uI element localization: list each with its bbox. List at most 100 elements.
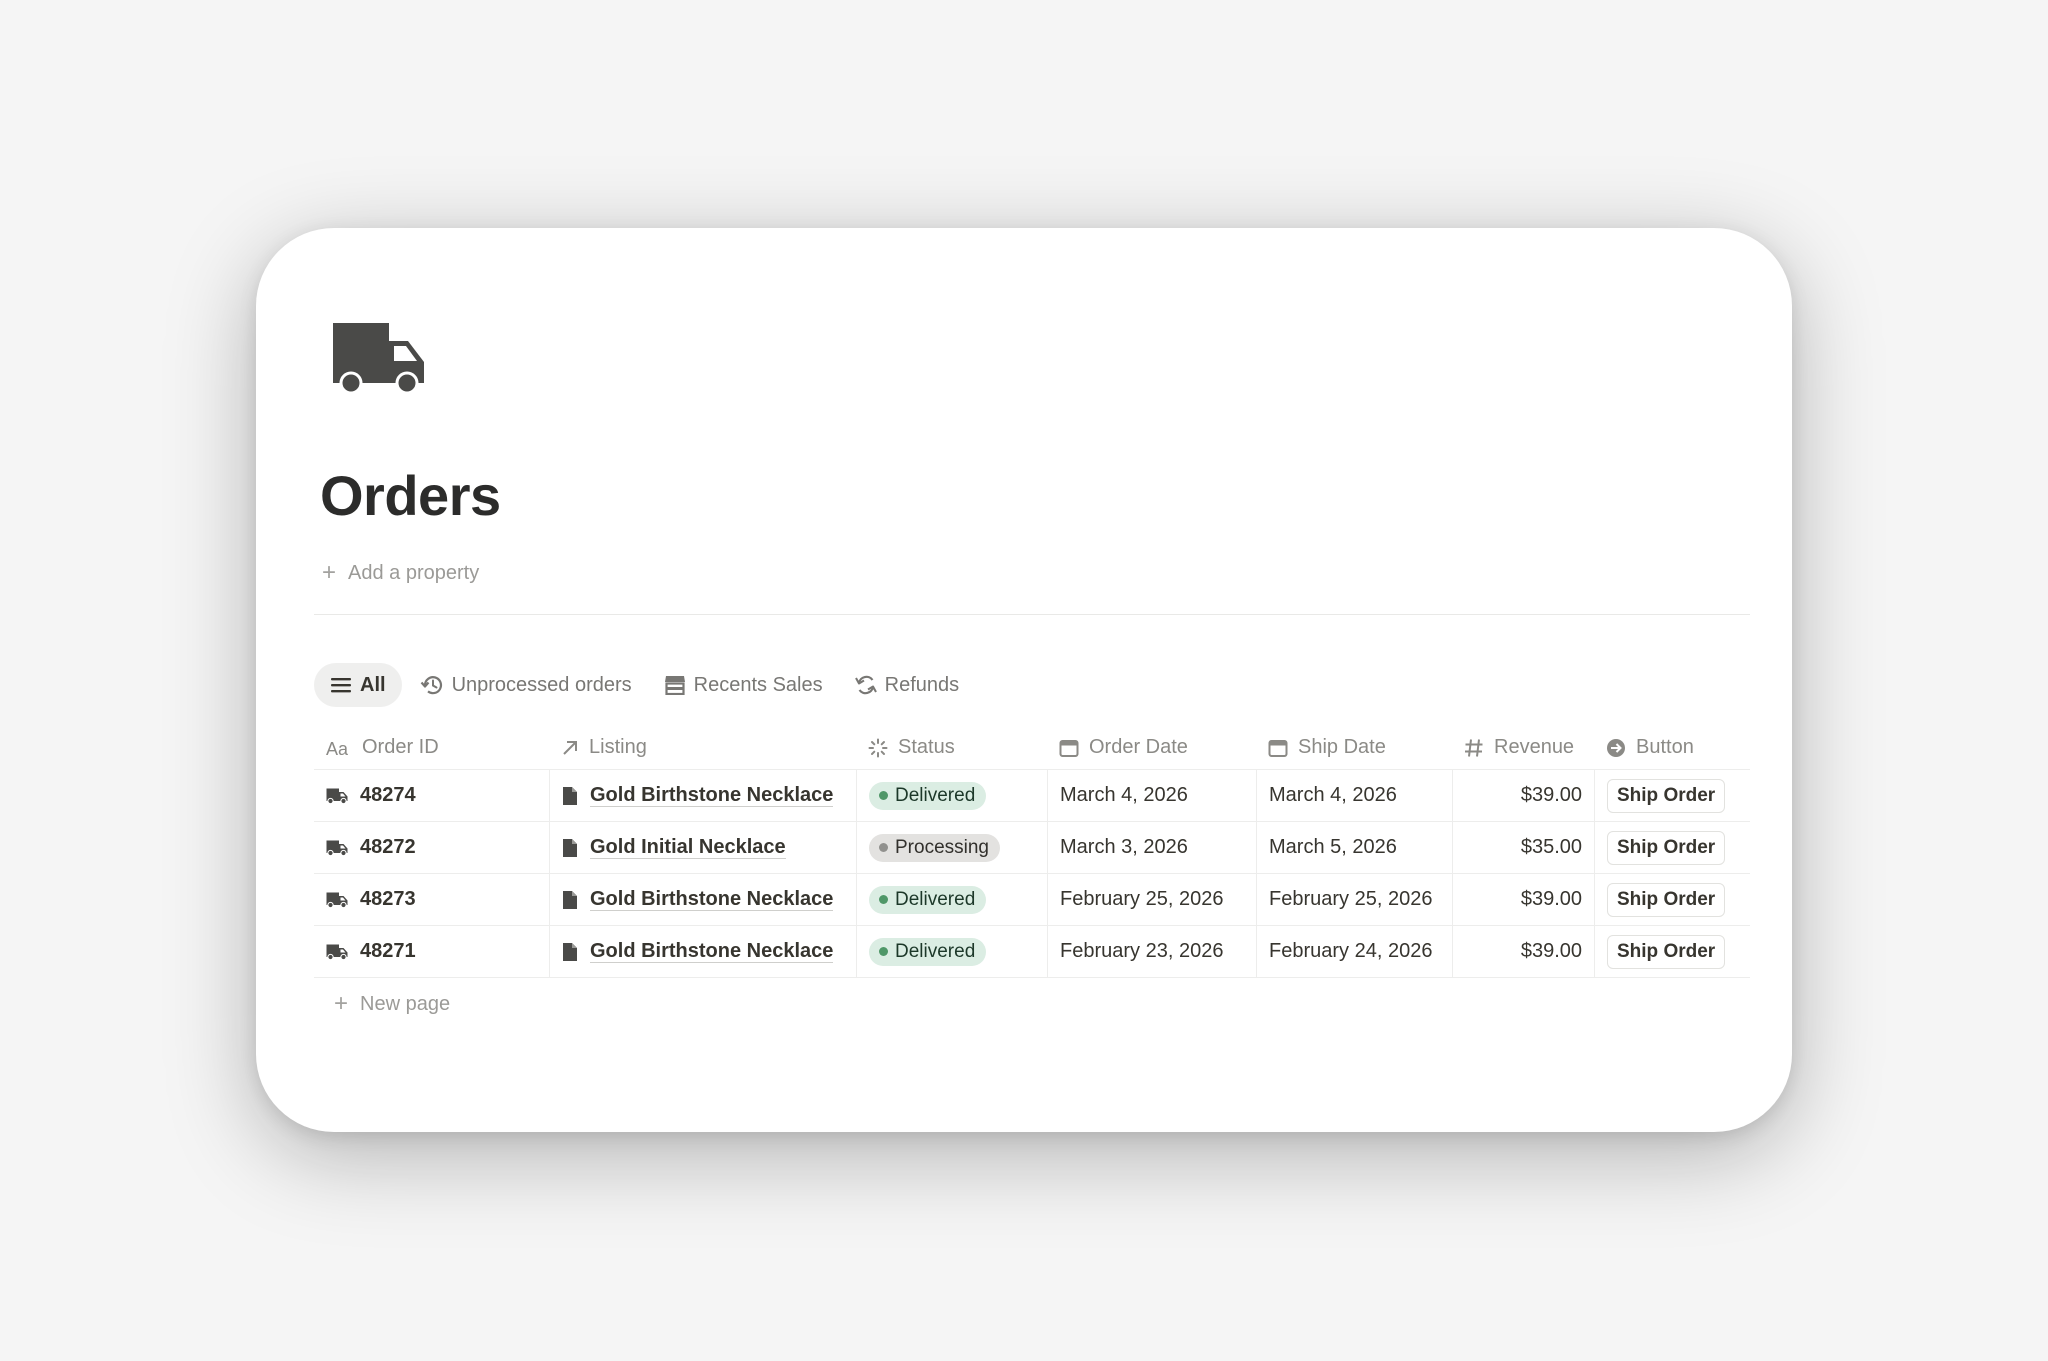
order-id-cell[interactable]: 48271 [314, 926, 549, 977]
button-cell: Ship Order [1594, 822, 1750, 873]
ship-order-button[interactable]: Ship Order [1607, 830, 1726, 865]
revenue-cell[interactable]: $39.00 [1452, 874, 1594, 925]
column-header-revenue[interactable]: Revenue [1452, 726, 1594, 769]
column-label: Order Date [1089, 736, 1188, 758]
truck-icon [326, 840, 348, 856]
status-cell[interactable]: Delivered [856, 926, 1047, 977]
tab-all[interactable]: All [314, 663, 402, 707]
status-label: Delivered [895, 940, 976, 962]
ship-date: February 25, 2026 [1269, 888, 1433, 910]
column-label: Order ID [362, 736, 439, 758]
listing-cell[interactable]: Gold Birthstone Necklace [549, 926, 856, 977]
order-id: 48272 [360, 836, 416, 858]
ship-order-button[interactable]: Ship Order [1607, 882, 1726, 917]
order-id-cell[interactable]: 48272 [314, 822, 549, 873]
status-dot [879, 843, 888, 852]
history-icon [420, 676, 442, 695]
order-date: February 23, 2026 [1060, 940, 1224, 962]
order-date-cell[interactable]: February 23, 2026 [1047, 926, 1256, 977]
truck-icon[interactable] [331, 321, 425, 393]
listing-link[interactable]: Gold Birthstone Necklace [590, 888, 834, 911]
order-id: 48271 [360, 940, 416, 962]
revenue: $39.00 [1520, 888, 1582, 910]
view-tabs: All Unprocessed orders Recents Sales Ref… [314, 663, 975, 707]
ship-date-cell[interactable]: February 25, 2026 [1256, 874, 1452, 925]
order-id-cell[interactable]: 48274 [314, 770, 549, 821]
divider [314, 614, 1750, 615]
ship-date: March 5, 2026 [1269, 836, 1397, 858]
listing-cell[interactable]: Gold Birthstone Necklace [549, 770, 856, 821]
truck-icon [326, 944, 348, 960]
status-dot [879, 947, 888, 956]
revenue-cell[interactable]: $39.00 [1452, 770, 1594, 821]
order-date-cell[interactable]: February 25, 2026 [1047, 874, 1256, 925]
status-spinner-icon [868, 738, 888, 757]
revenue-cell[interactable]: $35.00 [1452, 822, 1594, 873]
button-cell: Ship Order [1594, 926, 1750, 977]
add-property-button[interactable]: + Add a property [322, 561, 479, 585]
order-date-cell[interactable]: March 4, 2026 [1047, 770, 1256, 821]
column-header-status[interactable]: Status [856, 726, 1047, 769]
tab-unprocessed-orders[interactable]: Unprocessed orders [404, 663, 648, 707]
button-cell: Ship Order [1594, 874, 1750, 925]
tab-recents-sales[interactable]: Recents Sales [648, 663, 839, 707]
document-icon [563, 786, 577, 805]
orders-page-card: Orders + Add a property All Unprocessed … [256, 228, 1792, 1132]
ship-date-cell[interactable]: February 24, 2026 [1256, 926, 1452, 977]
list-icon [331, 678, 351, 693]
column-header-button[interactable]: Button [1594, 726, 1750, 769]
plus-icon: + [322, 559, 337, 586]
table-row[interactable]: 48271 Gold Birthstone Necklace Delivered Fe… [314, 926, 1750, 978]
revenue-cell[interactable]: $39.00 [1452, 926, 1594, 977]
listing-cell[interactable]: Gold Initial Necklace [549, 822, 856, 873]
store-icon [664, 676, 685, 695]
status-badge: Delivered [869, 781, 987, 810]
status-cell[interactable]: Delivered [856, 874, 1047, 925]
table-row[interactable]: 48274 Gold Birthstone Necklace Delivered Ma… [314, 770, 1750, 822]
tab-recents-sales-label: Recents Sales [693, 673, 823, 696]
order-date: February 25, 2026 [1060, 888, 1224, 910]
listing-link[interactable]: Gold Initial Necklace [590, 836, 786, 859]
title-aa-icon: Aa [326, 739, 349, 757]
status-cell[interactable]: Delivered [856, 770, 1047, 821]
ship-order-button[interactable]: Ship Order [1607, 934, 1726, 969]
ship-order-button[interactable]: Ship Order [1607, 778, 1726, 813]
table-row[interactable]: 48273 Gold Birthstone Necklace Delivered Fe… [314, 874, 1750, 926]
document-icon [563, 890, 577, 909]
column-header-order-date[interactable]: Order Date [1047, 726, 1256, 769]
column-header-order-id[interactable]: Aa Order ID [314, 726, 549, 769]
revenue: $35.00 [1520, 836, 1582, 858]
status-badge: Processing [869, 833, 1000, 862]
listing-link[interactable]: Gold Birthstone Necklace [590, 784, 834, 807]
ship-date: March 4, 2026 [1269, 784, 1397, 806]
order-date: March 3, 2026 [1060, 836, 1188, 858]
relation-arrow-icon [563, 740, 577, 755]
column-label: Listing [589, 736, 647, 758]
document-icon [563, 942, 577, 961]
column-label: Status [898, 736, 955, 758]
orders-table: Aa Order ID Listing Status Order Date Sh… [314, 726, 1750, 1030]
calendar-icon [1268, 739, 1288, 757]
ship-date-cell[interactable]: March 5, 2026 [1256, 822, 1452, 873]
status-cell[interactable]: Processing [856, 822, 1047, 873]
column-header-listing[interactable]: Listing [549, 726, 856, 769]
new-page-label: New page [360, 992, 451, 1015]
truck-icon [326, 788, 348, 804]
order-id-cell[interactable]: 48273 [314, 874, 549, 925]
ship-date-cell[interactable]: March 4, 2026 [1256, 770, 1452, 821]
listing-link[interactable]: Gold Birthstone Necklace [590, 940, 834, 963]
order-id: 48273 [360, 888, 416, 910]
table-header-row: Aa Order ID Listing Status Order Date Sh… [314, 726, 1750, 770]
revenue: $39.00 [1520, 940, 1582, 962]
order-date-cell[interactable]: March 3, 2026 [1047, 822, 1256, 873]
status-dot [879, 791, 888, 800]
table-row[interactable]: 48272 Gold Initial Necklace Processing Marc… [314, 822, 1750, 874]
new-page-button[interactable]: + New page [314, 978, 1750, 1030]
tab-refunds[interactable]: Refunds [839, 663, 976, 707]
tab-unprocessed-label: Unprocessed orders [451, 673, 632, 696]
page-title[interactable]: Orders [320, 468, 501, 524]
listing-cell[interactable]: Gold Birthstone Necklace [549, 874, 856, 925]
button-cell: Ship Order [1594, 770, 1750, 821]
column-header-ship-date[interactable]: Ship Date [1256, 726, 1452, 769]
refresh-icon [854, 675, 877, 695]
